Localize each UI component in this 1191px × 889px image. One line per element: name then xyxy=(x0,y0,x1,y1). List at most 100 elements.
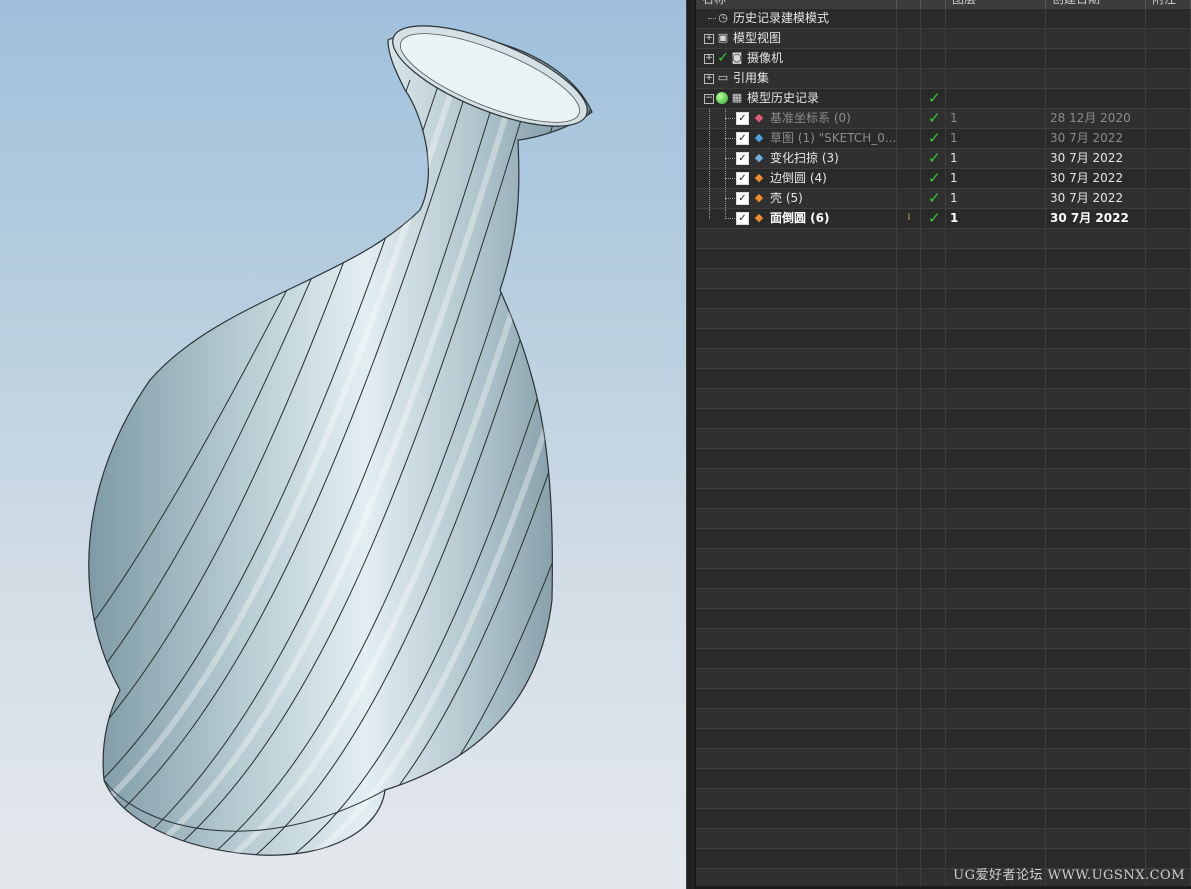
tree-node-label: 模型视图 xyxy=(733,31,782,45)
empty-row xyxy=(696,309,1191,329)
feature-created-date: 30 7月 2022 xyxy=(1050,191,1124,205)
status-check-icon: ✓ xyxy=(928,209,941,227)
model-view-icon: ▣ xyxy=(717,31,729,44)
tree-node-label: 引用集 xyxy=(733,71,770,85)
folder-icon: ▭ xyxy=(717,71,729,84)
shell-icon: ◆ xyxy=(754,191,764,204)
status-check-icon: ✓ xyxy=(928,189,941,207)
pane-splitter[interactable] xyxy=(686,0,696,889)
tree-node-history-mode[interactable]: ◷ 历史记录建模模式 xyxy=(696,9,1191,29)
status-check-icon: ✓ xyxy=(928,169,941,187)
empty-row xyxy=(696,229,1191,249)
variational-sweep-icon: ◆ xyxy=(754,151,764,164)
visible-check-icon[interactable]: ✓ xyxy=(716,51,730,65)
feature-layer: 1 xyxy=(950,111,958,125)
empty-row xyxy=(696,769,1191,789)
camera-icon: ◙ xyxy=(731,51,743,64)
empty-row xyxy=(696,269,1191,289)
header-more[interactable]: 附注 xyxy=(1146,0,1191,9)
tree-node-reference-sets[interactable]: + ▭ 引用集 xyxy=(696,69,1191,89)
expand-icon[interactable]: + xyxy=(704,34,714,44)
feature-suppress-checkbox[interactable]: ✓ xyxy=(736,192,749,205)
empty-row xyxy=(696,689,1191,709)
empty-row xyxy=(696,489,1191,509)
feature-name: 边倒圆 (4) xyxy=(770,171,827,185)
tree-node-label: 摄像机 xyxy=(747,51,784,65)
vase-model-render xyxy=(88,25,593,856)
status-check-icon: ✓ xyxy=(928,149,941,167)
current-feature-marker-icon: ⁞ xyxy=(907,212,911,223)
feature-suppress-checkbox[interactable]: ✓ xyxy=(736,132,749,145)
empty-row xyxy=(696,749,1191,769)
clock-icon: ◷ xyxy=(718,11,728,24)
header-col-b[interactable] xyxy=(921,0,946,9)
expand-icon[interactable]: + xyxy=(704,74,714,84)
feature-created-date: 30 7月 2022 xyxy=(1050,131,1124,145)
active-status-icon xyxy=(716,92,728,104)
empty-row xyxy=(696,449,1191,469)
status-check-icon: ✓ xyxy=(928,129,941,147)
feature-name: 面倒圆 (6) xyxy=(770,211,830,225)
empty-row xyxy=(696,329,1191,349)
feature-row[interactable]: ✓ ◆ 面倒圆 (6) ⁞ ✓ 1 30 7月 2022 xyxy=(696,209,1191,229)
tree-node-model-views[interactable]: + ▣ 模型视图 xyxy=(696,29,1191,49)
empty-row xyxy=(696,389,1191,409)
feature-name: 基准坐标系 (0) xyxy=(770,111,851,125)
watermark: UG爱好者论坛 WWW.UGSNX.COM xyxy=(953,868,1185,883)
expand-icon[interactable]: + xyxy=(704,54,714,64)
graphics-viewport[interactable] xyxy=(0,0,686,889)
feature-name: 草图 (1) "SKETCH_0... xyxy=(770,131,897,145)
empty-row xyxy=(696,649,1191,669)
feature-name: 变化扫掠 (3) xyxy=(770,151,839,165)
empty-row xyxy=(696,469,1191,489)
feature-suppress-checkbox[interactable]: ✓ xyxy=(736,212,749,225)
header-name[interactable]: 名称 xyxy=(696,0,897,9)
header-layer[interactable]: 图层 xyxy=(946,0,1046,9)
empty-row xyxy=(696,529,1191,549)
empty-row xyxy=(696,809,1191,829)
feature-suppress-checkbox[interactable]: ✓ xyxy=(736,112,749,125)
empty-row xyxy=(696,729,1191,749)
face-blend-icon: ◆ xyxy=(754,211,764,224)
datum-csys-icon: ◆ xyxy=(754,111,764,124)
empty-row xyxy=(696,609,1191,629)
status-check-icon: ✓ xyxy=(928,89,941,107)
feature-suppress-checkbox[interactable]: ✓ xyxy=(736,152,749,165)
feature-row[interactable]: ✓ ◆ 基准坐标系 (0) ✓ 1 28 12月 2020 xyxy=(696,109,1191,129)
header-col-a[interactable] xyxy=(897,0,921,9)
empty-row xyxy=(696,429,1191,449)
feature-created-date: 30 7月 2022 xyxy=(1050,151,1124,165)
feature-name: 壳 (5) xyxy=(770,191,803,205)
feature-row[interactable]: ✓ ◆ 壳 (5) ✓ 1 30 7月 2022 xyxy=(696,189,1191,209)
empty-row xyxy=(696,509,1191,529)
empty-row xyxy=(696,249,1191,269)
empty-row xyxy=(696,829,1191,849)
empty-row xyxy=(696,369,1191,389)
feature-row[interactable]: ✓ ◆ 草图 (1) "SKETCH_0... ✓ 1 30 7月 2022 xyxy=(696,129,1191,149)
status-check-icon: ✓ xyxy=(928,109,941,127)
edge-blend-icon: ◆ xyxy=(754,171,764,184)
feature-layer: 1 xyxy=(950,211,959,225)
part-navigator: 名称 图层 创建日期 附注 ◷历史记录建模模式+▣模型视图+✓◙摄像机+▭引用集… xyxy=(696,0,1191,889)
feature-row[interactable]: ✓ ◆ 变化扫掠 (3) ✓ 1 30 7月 2022 xyxy=(696,149,1191,169)
feature-row[interactable]: ✓ ◆ 边倒圆 (4) ✓ 1 30 7月 2022 xyxy=(696,169,1191,189)
tree-node-model-history[interactable]: − ▦ 模型历史记录 ✓ xyxy=(696,89,1191,109)
feature-layer: 1 xyxy=(950,191,958,205)
empty-row xyxy=(696,289,1191,309)
empty-row xyxy=(696,629,1191,649)
feature-created-date: 28 12月 2020 xyxy=(1050,111,1131,125)
empty-row xyxy=(696,409,1191,429)
sketch-icon: ◆ xyxy=(754,131,764,144)
feature-suppress-checkbox[interactable]: ✓ xyxy=(736,172,749,185)
collapse-icon[interactable]: − xyxy=(704,94,714,104)
header-created[interactable]: 创建日期 xyxy=(1046,0,1146,9)
tree-node-label: 模型历史记录 xyxy=(747,91,820,105)
feature-layer: 1 xyxy=(950,151,958,165)
empty-row xyxy=(696,669,1191,689)
feature-created-date: 30 7月 2022 xyxy=(1050,211,1129,225)
tree-node-cameras[interactable]: + ✓ ◙ 摄像机 xyxy=(696,49,1191,69)
empty-row xyxy=(696,709,1191,729)
empty-row xyxy=(696,349,1191,369)
empty-row xyxy=(696,589,1191,609)
empty-row xyxy=(696,569,1191,589)
